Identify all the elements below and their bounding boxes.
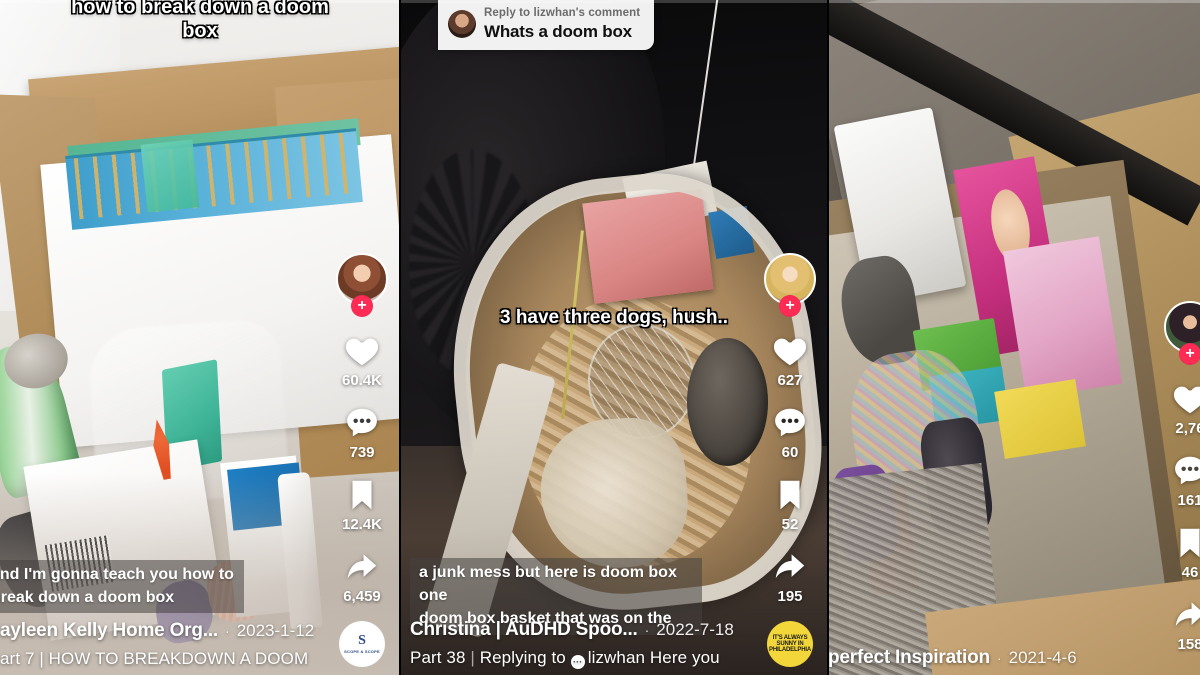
meta-separator: ·: [996, 650, 1002, 666]
description-mention[interactable]: lizwhan: [588, 648, 645, 667]
panel-divider-1: [399, 0, 401, 675]
action-rail-3: + 2,76 161 46: [1158, 301, 1200, 667]
reply-text-wrap: Reply to lizwhan's comment Whats a doom …: [484, 6, 640, 42]
music-disc[interactable]: IT'S ALWAYS SUNNY IN PHILADELPHIA: [767, 621, 813, 667]
video-description: art 7 | HOW TO BREAKDOWN A DOOM: [0, 649, 309, 668]
video-meta-3: perfect Inspiration · 2021-4-6: [828, 647, 1077, 669]
share-arrow-icon[interactable]: [342, 547, 382, 587]
author-row: perfect Inspiration · 2021-4-6: [828, 647, 1077, 669]
video-panel-3[interactable]: perfect Inspiration · 2021-4-6 + 2,76 16: [828, 0, 1200, 675]
video-meta-1: ayleen Kelly Home Org... · 2023-1-12 art…: [0, 620, 314, 669]
author-row: Christina | AuDHD Spoo... · 2022-7-18: [410, 619, 734, 641]
upload-date: 2021-4-6: [1008, 648, 1077, 667]
bookmark-action[interactable]: 52: [770, 475, 810, 533]
share-action[interactable]: 195: [770, 547, 810, 605]
comment-icon[interactable]: [1170, 451, 1200, 491]
comment-action[interactable]: 60: [770, 403, 810, 461]
burned-subtitle-1: how to break down a doom box: [0, 0, 400, 43]
share-action[interactable]: 158: [1170, 595, 1200, 653]
like-count: 627: [777, 372, 803, 389]
comment-icon[interactable]: [770, 403, 810, 443]
share-action[interactable]: 6,459: [342, 547, 382, 605]
video-scene-3: [828, 0, 1200, 675]
like-action[interactable]: 60.4K: [342, 331, 382, 389]
like-action[interactable]: 2,76: [1170, 379, 1200, 437]
heart-icon[interactable]: [342, 331, 382, 371]
subtitle-line-1: how to break down a doom: [71, 0, 329, 18]
bookmark-count: 12.4K: [341, 516, 383, 533]
action-rail-1: + 60.4K 739 12.4K 6,459 S SCOPE & SCOPE: [330, 253, 394, 667]
heart-icon[interactable]: [770, 331, 810, 371]
share-arrow-icon[interactable]: [770, 547, 810, 587]
video-panel-2[interactable]: Reply to lizwhan's comment Whats a doom …: [400, 0, 828, 675]
share-count: 6,459: [343, 588, 381, 605]
author-name[interactable]: perfect Inspiration: [828, 647, 990, 669]
author-name[interactable]: ayleen Kelly Home Org...: [0, 620, 218, 642]
avatar-with-follow[interactable]: +: [336, 253, 388, 317]
heart-icon[interactable]: [1170, 379, 1200, 419]
author-name[interactable]: Christina | AuDHD Spoo...: [410, 619, 638, 641]
reply-to-comment-bubble[interactable]: Reply to lizwhan's comment Whats a doom …: [438, 0, 655, 51]
mention-icon: ···: [570, 655, 585, 669]
panel-divider-2: [827, 0, 829, 675]
video-grid: how to break down a doom box and I'm gon…: [0, 0, 1200, 675]
avatar-with-follow[interactable]: +: [764, 253, 816, 317]
comment-action[interactable]: 739: [342, 403, 382, 461]
comment-count: 161: [1177, 492, 1200, 509]
subtitle-line-2: box: [182, 19, 218, 42]
follow-plus-icon[interactable]: +: [351, 295, 373, 317]
upload-date: 2023-1-12: [236, 621, 315, 640]
reply-prefix: Reply to lizwhan's comment: [484, 7, 641, 19]
description-tail: Here you: [649, 648, 720, 667]
share-count: 158: [1177, 636, 1200, 653]
comment-action[interactable]: 161: [1170, 451, 1200, 509]
author-row: ayleen Kelly Home Org... · 2023-1-12: [0, 620, 314, 642]
meta-separator: ·: [644, 622, 650, 638]
caption-block-1: and I'm gonna teach you how to break dow…: [0, 560, 244, 614]
like-count: 60.4K: [341, 372, 383, 389]
bookmark-count: 52: [781, 516, 799, 533]
commenter-avatar: [448, 10, 476, 39]
caption-line-1: a junk mess but here is doom box one: [419, 564, 677, 605]
progress-hairline: [828, 0, 1200, 3]
bookmark-icon[interactable]: [770, 475, 810, 515]
description-replying: Replying to: [479, 648, 566, 667]
reply-comment-text: Whats a doom box: [484, 21, 632, 41]
share-arrow-icon[interactable]: [1170, 595, 1200, 635]
disc-glyph: S: [358, 633, 366, 648]
caption-line-2: break down a doom box: [0, 589, 175, 607]
caption-line-1: and I'm gonna teach you how to: [0, 566, 234, 583]
comment-count: 60: [781, 444, 799, 461]
video-description: Part 38 | Replying to ··· lizwhan Here yo…: [410, 648, 734, 669]
bookmark-action[interactable]: 12.4K: [342, 475, 382, 533]
bookmark-action[interactable]: 46: [1170, 523, 1200, 581]
disc-label: SCOPE & SCOPE: [344, 649, 380, 654]
like-count: 2,76: [1175, 420, 1200, 437]
follow-plus-icon[interactable]: +: [779, 295, 801, 317]
video-meta-2: Christina | AuDHD Spoo... · 2022-7-18 Pa…: [410, 619, 734, 669]
like-action[interactable]: 627: [770, 331, 810, 389]
share-count: 195: [777, 588, 803, 605]
follow-plus-icon[interactable]: +: [1179, 343, 1200, 365]
bookmark-icon[interactable]: [1170, 523, 1200, 563]
avatar-with-follow[interactable]: +: [1164, 301, 1200, 365]
description-pipe: |: [470, 648, 475, 667]
comment-icon[interactable]: [342, 403, 382, 443]
upload-date: 2022-7-18: [656, 620, 734, 639]
video-panel-1[interactable]: how to break down a doom box and I'm gon…: [0, 0, 400, 675]
music-disc[interactable]: S SCOPE & SCOPE: [339, 621, 385, 667]
action-rail-2: + 627 60 52 195 IT'S ALWAYS SUNNY IN PHI…: [758, 253, 822, 667]
comment-count: 739: [349, 444, 375, 461]
meta-separator: ·: [225, 623, 230, 639]
bookmark-count: 46: [1181, 564, 1199, 581]
bookmark-icon[interactable]: [342, 475, 382, 515]
disc-label: IT'S ALWAYS SUNNY IN PHILADELPHIA: [769, 634, 811, 654]
description-part: Part 38: [410, 648, 466, 667]
